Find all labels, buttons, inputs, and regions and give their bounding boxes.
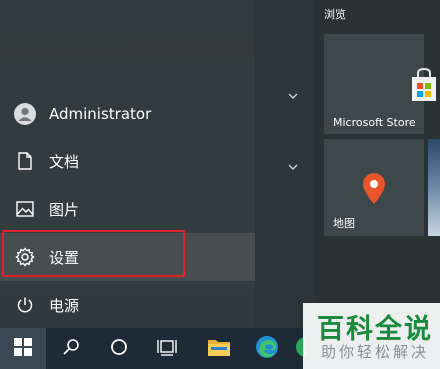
- menu-item-label: 图片: [49, 200, 80, 219]
- start-button[interactable]: [0, 328, 46, 369]
- chevron-down-icon[interactable]: [287, 87, 299, 99]
- tile-partial-photo[interactable]: [428, 139, 440, 236]
- watermark-logo: 百科全说 助你轻松解决: [303, 303, 440, 369]
- menu-item-label: Administrator: [49, 105, 152, 123]
- chevron-down-icon[interactable]: [287, 158, 299, 170]
- windows-start-icon: [14, 337, 32, 360]
- menu-item-user[interactable]: Administrator: [0, 90, 255, 138]
- picture-icon: [14, 198, 36, 220]
- task-view-button[interactable]: [144, 328, 190, 369]
- cortana-icon: [110, 338, 128, 360]
- store-bag-icon: [410, 67, 438, 106]
- file-explorer-button[interactable]: [196, 328, 242, 369]
- tile-label: Microsoft Store: [333, 116, 416, 129]
- tile-microsoft-store[interactable]: Microsoft Store: [324, 34, 436, 134]
- menu-item-power[interactable]: 电源: [0, 281, 255, 329]
- map-pin-icon: [360, 171, 388, 209]
- tile-maps[interactable]: 地图: [324, 139, 424, 236]
- menu-item-label: 文档: [49, 152, 80, 171]
- highlight-box: [2, 230, 185, 277]
- watermark-subtitle: 助你轻松解决: [321, 343, 430, 361]
- tile-label: 地图: [333, 217, 355, 230]
- menu-item-pictures[interactable]: 图片: [0, 185, 255, 233]
- power-icon: [14, 294, 36, 316]
- edge-button[interactable]: [244, 328, 290, 369]
- edge-icon: [255, 335, 279, 363]
- search-icon: [62, 338, 80, 360]
- user-avatar-icon: [14, 103, 36, 125]
- start-menu-left-panel: Administrator 文档 图片 设置 电源: [0, 0, 255, 328]
- tile-section-title: 浏览: [324, 8, 346, 21]
- file-explorer-icon: [207, 337, 231, 361]
- cortana-button[interactable]: [96, 328, 142, 369]
- document-icon: [14, 150, 36, 172]
- menu-item-documents[interactable]: 文档: [0, 137, 255, 185]
- task-view-icon: [157, 338, 177, 360]
- app-list-panel: [255, 0, 315, 328]
- search-button[interactable]: [48, 328, 94, 369]
- menu-item-label: 电源: [49, 296, 80, 315]
